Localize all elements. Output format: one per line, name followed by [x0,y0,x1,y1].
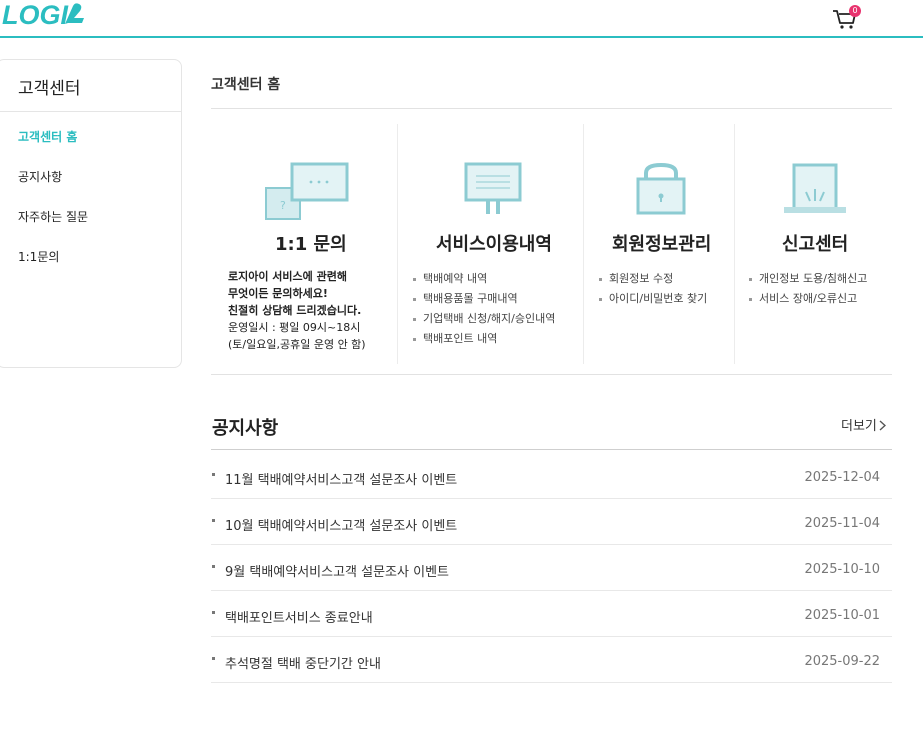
service-link[interactable]: 회원정보 수정 [599,272,707,292]
notice-row-date: 2025-09-22 [804,654,880,669]
more-link[interactable]: 더보기 [841,415,886,434]
monitor-icon [464,162,522,214]
column-divider [397,124,398,364]
chat-bubbles-icon: ? [265,162,349,220]
service-link[interactable]: 택배예약 내역 [413,272,555,292]
notice-row[interactable]: 택배포인트서비스 종료안내 2025-10-01 [211,591,892,637]
sidebar-title: 고객센터 [18,79,81,99]
section-divider [211,374,892,375]
notice-row-title[interactable]: 택배포인트서비스 종료안내 [225,607,373,626]
page-title: 고객센터 홈 [211,77,281,93]
notice-row[interactable]: 추석명절 택배 중단기간 안내 2025-09-22 [211,637,892,683]
service-title: 서비스이용내역 [436,234,552,255]
service-link[interactable]: 택배포인트 내역 [413,332,555,352]
sidebar-item-inquiry[interactable]: 1:1문의 [18,248,59,265]
notice-row-date: 2025-10-01 [804,608,880,623]
service-links: 회원정보 수정 아이디/비밀번호 찾기 [599,272,707,312]
notice-row[interactable]: 10월 택배예약서비스고객 설문조사 이벤트 2025-11-04 [211,499,892,545]
alert-siren-icon [784,163,846,213]
bullet [212,519,215,522]
svg-text:?: ? [280,199,286,212]
notice-row[interactable]: 11월 택배예약서비스고객 설문조사 이벤트 2025-12-04 [211,453,892,499]
service-link[interactable]: 아이디/비밀번호 찾기 [599,292,707,312]
notice-row[interactable]: 9월 택배예약서비스고객 설문조사 이벤트 2025-10-10 [211,545,892,591]
notice-divider [211,449,892,450]
column-divider [583,124,584,364]
lock-icon [636,163,686,215]
sidebar: 고객센터 고객센터 홈 공지사항 자주하는 질문 1:1문의 [0,59,182,368]
notice-row-title[interactable]: 추석명절 택배 중단기간 안내 [225,653,381,672]
sidebar-item-faq[interactable]: 자주하는 질문 [18,208,88,225]
bullet [212,565,215,568]
service-links: 개인정보 도용/침해신고 서비스 장애/오류신고 [749,272,867,312]
notice-row-date: 2025-12-04 [804,470,880,485]
title-divider [211,108,892,109]
bullet [212,657,215,660]
notice-row-title[interactable]: 9월 택배예약서비스고객 설문조사 이벤트 [225,561,449,580]
header: LOGI 0 [0,0,923,38]
service-link[interactable]: 택배용품몰 구매내역 [413,292,555,312]
chevron-right-icon [879,420,886,431]
bullet [212,611,215,614]
notice-row-date: 2025-11-04 [804,516,880,531]
logo[interactable]: LOGI [2,0,84,31]
column-divider [734,124,735,364]
notice-title: 공지사항 [212,418,279,439]
service-links: 택배예약 내역 택배용품몰 구매내역 기업택배 신청/해지/승인내역 택배포인트… [413,272,555,352]
service-link[interactable]: 개인정보 도용/침해신고 [749,272,867,292]
sidebar-item-notice[interactable]: 공지사항 [18,168,62,185]
sidebar-item-cs-home[interactable]: 고객센터 홈 [18,128,77,145]
service-link[interactable]: 기업택배 신청/해지/승인내역 [413,312,555,332]
cart-count-badge: 0 [849,5,861,17]
notice-row-title[interactable]: 10월 택배예약서비스고객 설문조사 이벤트 [225,515,457,534]
service-link[interactable]: 서비스 장애/오류신고 [749,292,867,312]
sidebar-divider [0,111,181,112]
service-title: 1:1 문의 [275,234,347,255]
service-description: 로지아이 서비스에 관련해 무엇이든 문의하세요! 친절히 상담해 드리겠습니다… [228,270,366,351]
notice-row-date: 2025-10-10 [804,562,880,577]
service-title: 신고센터 [782,234,849,255]
bullet [212,473,215,476]
logo-mark-icon [65,3,84,24]
notice-row-title[interactable]: 11월 택배예약서비스고객 설문조사 이벤트 [225,469,457,488]
service-title: 회원정보관리 [612,234,712,255]
